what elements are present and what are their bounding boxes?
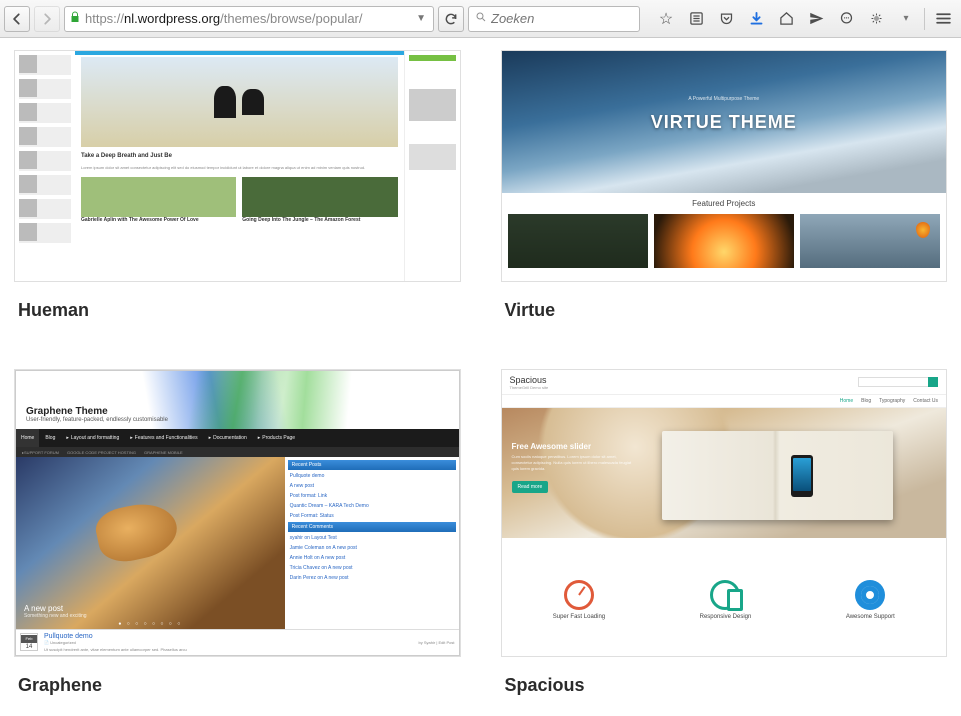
theme-title: Virtue bbox=[505, 300, 944, 321]
bookmark-star-icon[interactable]: ☆ bbox=[652, 5, 680, 33]
theme-grid: Take a Deep Breath and Just Be Lorem ips… bbox=[0, 38, 961, 716]
theme-title: Spacious bbox=[505, 675, 944, 696]
speed-icon bbox=[564, 580, 594, 610]
chat-icon[interactable] bbox=[832, 5, 860, 33]
theme-title: Graphene bbox=[18, 675, 457, 696]
thumb-section-label: Featured Projects bbox=[502, 193, 947, 214]
browser-toolbar: https://nl.wordpress.org/themes/browse/p… bbox=[0, 0, 961, 38]
theme-thumbnail: A Powerful Multipurpose Theme VIRTUE THE… bbox=[501, 50, 948, 282]
reload-button[interactable] bbox=[438, 6, 464, 32]
page-viewport[interactable]: Take a Deep Breath and Just Be Lorem ips… bbox=[0, 38, 961, 716]
theme-card-hueman[interactable]: Take a Deep Breath and Just Be Lorem ips… bbox=[14, 50, 461, 339]
theme-title: Hueman bbox=[18, 300, 457, 321]
lock-icon bbox=[69, 11, 81, 26]
forward-button bbox=[34, 6, 60, 32]
home-icon[interactable] bbox=[772, 5, 800, 33]
search-input[interactable] bbox=[491, 11, 633, 26]
thumb-banner-title: VIRTUE THEME bbox=[651, 112, 797, 133]
toolbar-dropdown-icon[interactable]: ▾ bbox=[892, 5, 920, 33]
thumb-headline: Take a Deep Breath and Just Be bbox=[81, 153, 398, 159]
theme-thumbnail: Spacious ThemeGrill Demo site Home Blog … bbox=[501, 369, 948, 657]
search-bar[interactable] bbox=[468, 6, 640, 32]
theme-card-virtue[interactable]: A Powerful Multipurpose Theme VIRTUE THE… bbox=[501, 50, 948, 339]
theme-card-spacious[interactable]: Spacious ThemeGrill Demo site Home Blog … bbox=[501, 369, 948, 714]
downloads-icon[interactable] bbox=[742, 5, 770, 33]
search-icon bbox=[475, 10, 487, 28]
send-icon[interactable] bbox=[802, 5, 830, 33]
url-bar[interactable]: https://nl.wordpress.org/themes/browse/p… bbox=[64, 6, 434, 32]
back-button[interactable] bbox=[4, 6, 30, 32]
hamburger-menu-icon[interactable] bbox=[929, 5, 957, 33]
toolbar-icons: ☆ ▾ bbox=[652, 5, 957, 33]
responsive-icon bbox=[710, 580, 740, 610]
url-text: https://nl.wordpress.org/themes/browse/p… bbox=[85, 11, 363, 26]
pocket-icon[interactable] bbox=[712, 5, 740, 33]
reader-list-icon[interactable] bbox=[682, 5, 710, 33]
theme-thumbnail: Take a Deep Breath and Just Be Lorem ips… bbox=[14, 50, 461, 282]
theme-thumbnail: Graphene Theme User-friendly, feature-pa… bbox=[14, 369, 461, 657]
extension-icon[interactable] bbox=[862, 5, 890, 33]
url-dropdown-icon[interactable]: ▼ bbox=[413, 13, 429, 24]
toolbar-separator bbox=[924, 8, 925, 30]
support-icon bbox=[855, 580, 885, 610]
theme-card-graphene[interactable]: Graphene Theme User-friendly, feature-pa… bbox=[14, 369, 461, 714]
thumb-search bbox=[858, 377, 938, 387]
